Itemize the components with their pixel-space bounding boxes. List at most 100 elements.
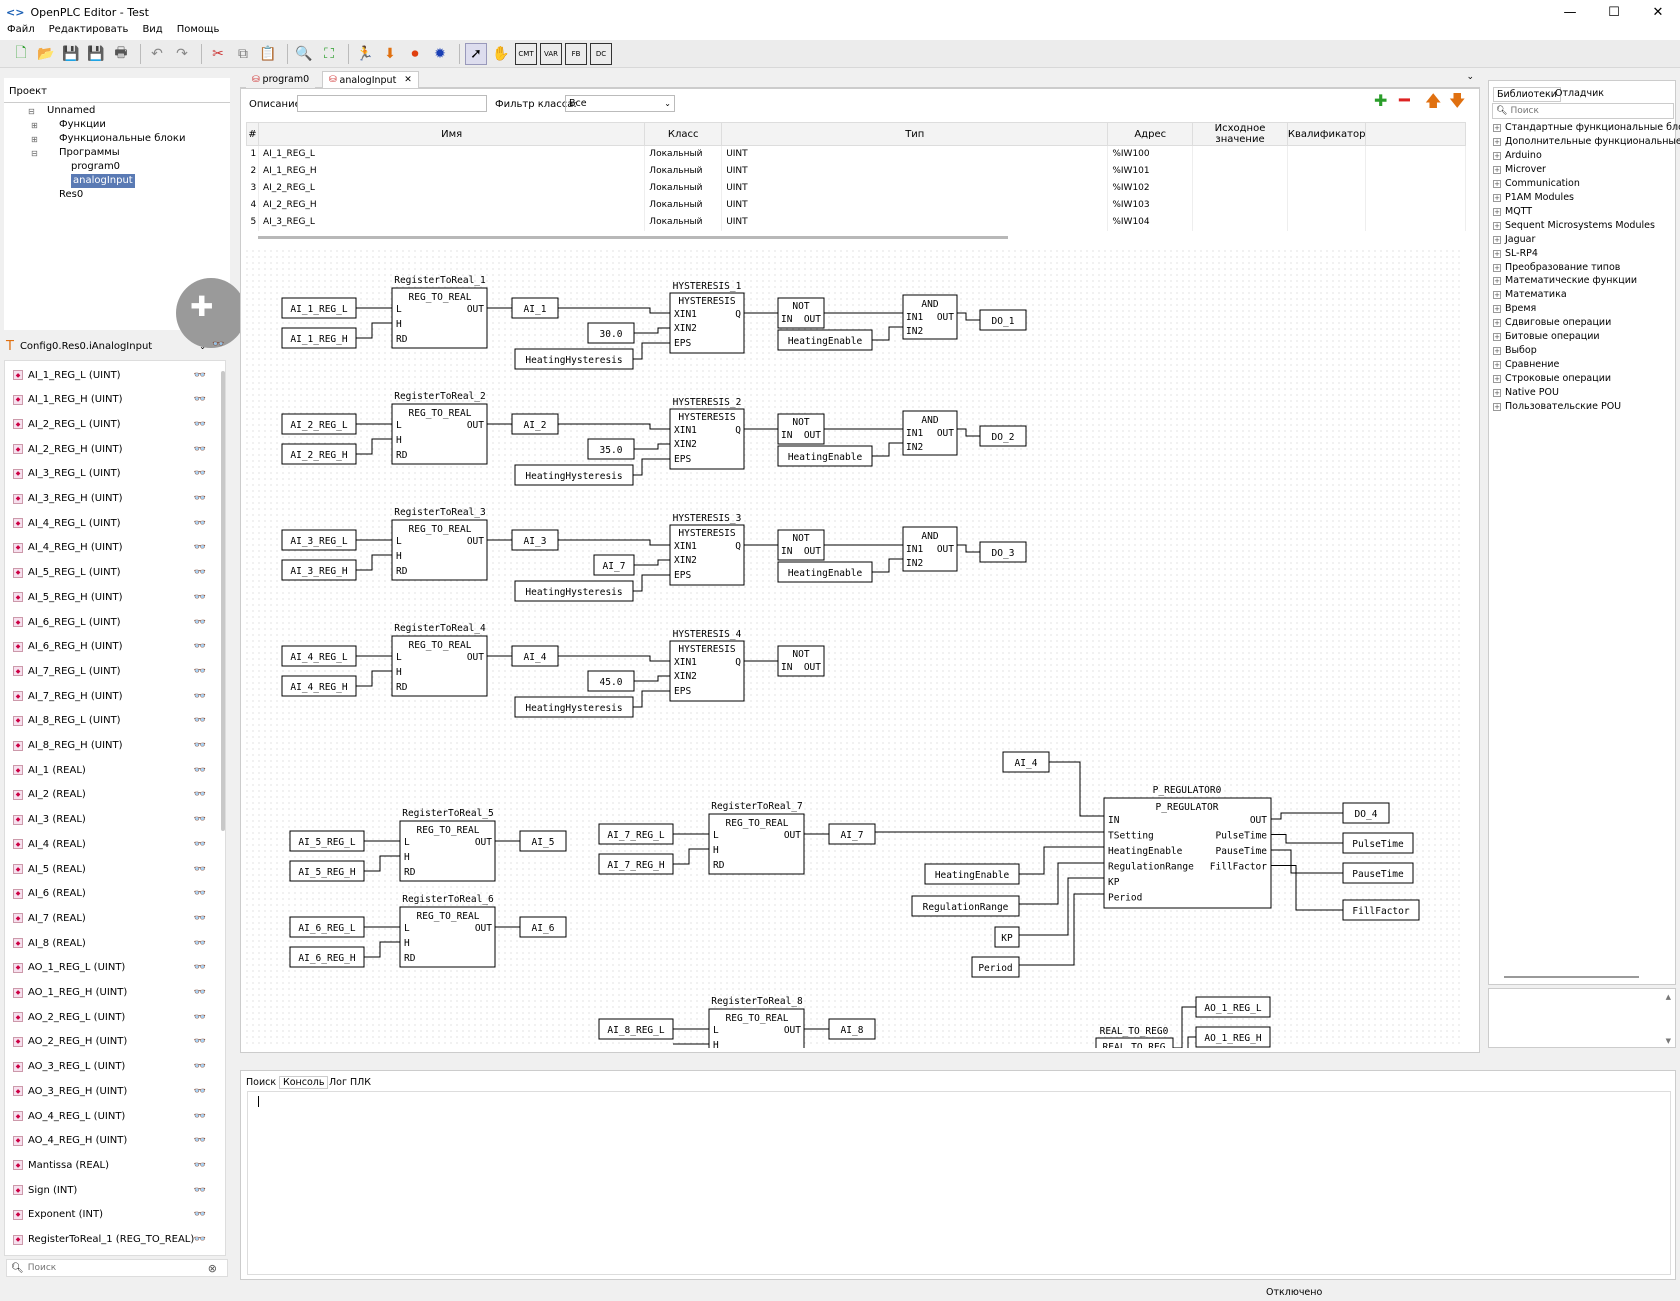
glasses-icon[interactable]: 👓 [194, 715, 206, 726]
variable-list-item[interactable]: ◆ AI_5_REG_H (UINT) 👓 [13, 585, 218, 609]
variable-list-item[interactable]: ◆ AI_2 (REAL) 👓 [13, 783, 218, 807]
tab-console[interactable]: Консоль [279, 1076, 329, 1089]
table-cell[interactable] [1192, 162, 1288, 180]
table-cell[interactable]: AI_1_REG_L [258, 145, 646, 163]
tree-node-res0[interactable]: Res0 [59, 188, 83, 202]
variable-list-item[interactable]: ◆ AI_3_REG_H (UINT) 👓 [13, 487, 218, 511]
console-output[interactable] [247, 1091, 1671, 1275]
library-hscrollbar[interactable] [1504, 976, 1639, 978]
tree-node-programs[interactable]: Программы [59, 146, 120, 160]
library-item[interactable]: + Преобразование типов [1493, 261, 1620, 275]
library-item[interactable]: + Время [1493, 302, 1536, 316]
glasses-icon[interactable]: 👓 [194, 592, 206, 603]
variable-list-item[interactable]: ◆ AI_4 (REAL) 👓 [13, 832, 218, 856]
zoom-fit-icon[interactable]: ⛶ [318, 43, 340, 65]
table-cell[interactable]: AI_2_REG_H [258, 196, 646, 214]
tree-node-function-blocks[interactable]: Функциональные блоки [59, 132, 185, 146]
variable-list-item[interactable]: ◆ AO_1_REG_H (UINT) 👓 [13, 981, 218, 1005]
library-search[interactable]: 🔍︎ [1492, 103, 1674, 119]
glasses-icon[interactable]: 👓 [194, 839, 206, 850]
variable-list-item[interactable]: ◆ Mantissa (REAL) 👓 [13, 1153, 218, 1177]
glasses-icon[interactable]: 👓 [194, 1160, 206, 1171]
glasses-icon[interactable]: 👓 [194, 666, 206, 677]
table-cell[interactable]: 1 [246, 145, 259, 163]
glasses-icon[interactable]: 👓 [194, 518, 206, 529]
glasses-icon[interactable]: 👓 [194, 1086, 206, 1097]
minimize-button[interactable]: — [1548, 0, 1592, 24]
glasses-icon[interactable]: 👓 [194, 468, 206, 479]
new-file-icon[interactable]: 🗋 [10, 43, 32, 65]
glasses-icon[interactable]: 👓 [194, 1061, 206, 1072]
library-item[interactable]: + Sequent Microsystems Modules [1493, 219, 1655, 233]
variable-list-item[interactable]: ◆ AO_2_REG_H (UINT) 👓 [13, 1030, 218, 1054]
tree-expand-icon[interactable]: + [1493, 333, 1501, 342]
glasses-icon[interactable]: 👓 [194, 370, 206, 381]
glasses-icon[interactable]: 👓 [194, 1209, 206, 1220]
table-cell[interactable] [1192, 145, 1288, 163]
variable-list-item[interactable]: ◆ AI_7_REG_L (UINT) 👓 [13, 659, 218, 683]
comment-tool-icon[interactable]: CMT [515, 42, 537, 65]
glasses-icon[interactable]: 👓 [194, 641, 206, 652]
tree-expand-icon[interactable]: ⊟ [31, 149, 38, 158]
library-item[interactable]: + Сравнение [1493, 358, 1559, 372]
variable-tool-icon[interactable]: VAR [540, 42, 562, 65]
table-cell[interactable]: Локальный [644, 213, 723, 231]
tree-expand-icon[interactable]: + [1493, 361, 1501, 370]
tree-expand-icon[interactable]: ⊟ [28, 107, 35, 116]
menu-edit[interactable]: Редактировать [42, 24, 136, 40]
project-tab[interactable]: Проект [9, 86, 47, 97]
tree-expand-icon[interactable]: ⊞ [31, 135, 38, 144]
variable-search-input[interactable] [27, 1263, 208, 1273]
tree-expand-icon[interactable]: + [1493, 249, 1501, 258]
tree-expand-icon[interactable]: + [1493, 403, 1501, 411]
glasses-icon[interactable]: 👓 [194, 419, 206, 430]
scroll-up-icon[interactable]: ▲ [1666, 993, 1671, 1001]
tab-plc-log[interactable]: Лог ПЛК [329, 1077, 371, 1088]
connection-tool-icon[interactable]: DC [590, 42, 612, 65]
find-icon[interactable]: 🔍 [293, 43, 315, 65]
save-as-icon[interactable]: 💾 [85, 43, 107, 65]
open-folder-icon[interactable]: 📂 [35, 43, 57, 65]
scroll-down-icon[interactable]: ▼ [1666, 1037, 1671, 1045]
table-row[interactable]: 2 AI_1_REG_H Локальный UINT %IW101 [246, 162, 1466, 180]
table-cell[interactable]: UINT [721, 196, 1109, 214]
variable-list-item[interactable]: ◆ AI_7 (REAL) 👓 [13, 906, 218, 930]
glasses-icon[interactable]: 👓 [212, 339, 224, 350]
glasses-icon[interactable]: 👓 [194, 394, 206, 405]
table-cell[interactable] [1287, 179, 1367, 197]
variable-list-item[interactable]: ◆ Exponent (INT) 👓 [13, 1203, 218, 1227]
tab-program0[interactable]: ⛁ program0 [246, 71, 316, 88]
table-cell[interactable]: 4 [246, 196, 259, 214]
variable-list-item[interactable]: ◆ AO_3_REG_H (UINT) 👓 [13, 1079, 218, 1103]
table-row[interactable]: 4 AI_2_REG_H Локальный UINT %IW103 [246, 196, 1466, 214]
table-row[interactable]: 5 AI_3_REG_L Локальный UINT %IW104 [246, 213, 1466, 231]
undo-icon[interactable]: ↶ [146, 43, 168, 65]
col-num[interactable]: # [246, 122, 259, 146]
class-filter-select[interactable]: Все ⌄ [565, 95, 675, 112]
settings-icon[interactable]: ✹ [429, 43, 451, 65]
table-cell[interactable]: %IW100 [1107, 145, 1194, 163]
tree-node-analoginput[interactable]: analogInput [71, 174, 135, 188]
close-button[interactable]: ✕ [1636, 0, 1680, 24]
chevron-down-icon[interactable]: ⌄ [1466, 72, 1474, 82]
glasses-icon[interactable]: 👓 [194, 814, 206, 825]
glasses-icon[interactable]: 👓 [194, 1036, 206, 1047]
variable-list-item[interactable]: ◆ AO_2_REG_L (UINT) 👓 [13, 1005, 218, 1029]
variable-list-item[interactable]: ◆ AI_3_REG_L (UINT) 👓 [13, 462, 218, 486]
tree-node-functions[interactable]: Функции [59, 118, 106, 132]
library-search-input[interactable] [1510, 106, 1671, 116]
library-item[interactable]: + Стандартные функциональные блоки [1493, 121, 1680, 135]
variable-list-item[interactable]: ◆ AI_8 (REAL) 👓 [13, 931, 218, 955]
variable-search[interactable]: 🔍︎ ⊗ [6, 1259, 228, 1277]
glasses-icon[interactable]: 👓 [194, 691, 206, 702]
col-qualifier[interactable]: Квалификатор [1286, 122, 1367, 146]
variable-list-item[interactable]: ◆ AI_5 (REAL) 👓 [13, 857, 218, 881]
menu-help[interactable]: Помощь [170, 24, 227, 40]
copy-icon[interactable]: ⧉ [232, 43, 254, 65]
variable-list-item[interactable]: ◆ AI_1_REG_L (UINT) 👓 [13, 363, 218, 387]
table-cell[interactable]: %IW101 [1107, 162, 1194, 180]
glasses-icon[interactable]: 👓 [194, 1185, 206, 1196]
table-cell[interactable]: 5 [246, 213, 259, 231]
variable-list-item[interactable]: ◆ AO_1_REG_L (UINT) 👓 [13, 956, 218, 980]
close-tab-icon[interactable]: ✕ [404, 75, 412, 85]
